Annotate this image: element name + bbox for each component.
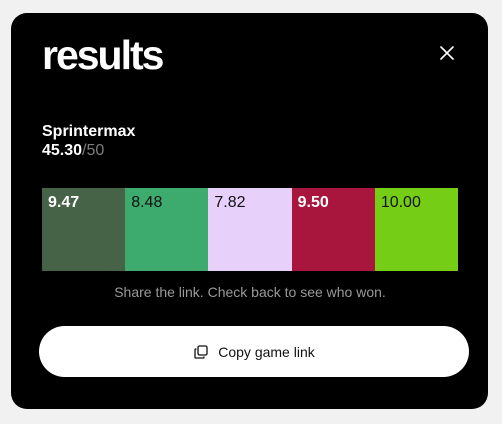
player-name: Sprintermax [42, 123, 136, 140]
round-tile-2: 8.48 [125, 188, 209, 271]
close-button[interactable] [435, 41, 459, 65]
share-message: Share the link. Check back to see who wo… [114, 284, 386, 300]
copy-button-label: Copy game link [218, 343, 315, 360]
round-tile-5: 10.00 [374, 188, 459, 271]
results-modal: results Sprintermax 45.30/50 9.47 8.48 7… [11, 13, 488, 409]
copy-game-link-button[interactable]: Copy game link [39, 326, 469, 377]
copy-icon [193, 344, 209, 360]
score-max: 50 [86, 142, 105, 159]
modal-title: results [42, 32, 164, 78]
close-icon [440, 46, 454, 60]
round-tile-4: 9.50 [291, 188, 375, 271]
score-value: 45.30 [42, 142, 83, 159]
round-scores: 9.47 8.48 7.82 9.50 10.00 [42, 188, 459, 271]
total-score: 45.30/50 [42, 142, 104, 160]
round-tile-3: 7.82 [208, 188, 292, 271]
round-tile-1: 9.47 [42, 188, 126, 271]
